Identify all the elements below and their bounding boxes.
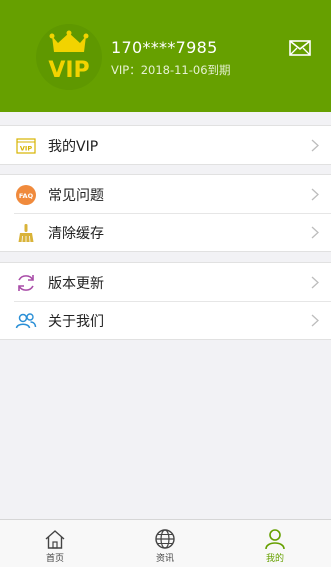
profile-header: VIP 170****7985 VIP：2018-11-06到期 <box>0 0 331 112</box>
vip-badge-text: VIP <box>48 58 89 83</box>
broom-icon <box>18 224 34 243</box>
home-icon <box>45 530 65 549</box>
menu-item-label: 关于我们 <box>48 314 104 330</box>
crown-icon: VIP <box>48 30 90 83</box>
vip-expire-date: VIP：2018-11-06到期 <box>111 63 231 77</box>
menu-item-label: 清除缓存 <box>48 226 104 242</box>
vip-icon: VIP <box>16 138 36 154</box>
tab-label: 首页 <box>45 554 64 564</box>
menu-group-vip: VIP 我的VIP <box>0 125 331 165</box>
mail-icon[interactable] <box>289 40 311 56</box>
menu-item-about-us[interactable]: 关于我们 <box>0 301 331 339</box>
menu-item-faq[interactable]: FAQ 常见问题 <box>0 175 331 213</box>
tab-home[interactable]: 首页 <box>0 520 110 567</box>
menu-group-support: FAQ 常见问题 清除缓存 <box>0 174 331 252</box>
tab-news[interactable]: 资讯 <box>110 520 220 567</box>
svg-text:FAQ: FAQ <box>19 192 34 200</box>
menu-item-label: 版本更新 <box>48 276 104 292</box>
chevron-right-icon <box>311 276 319 289</box>
people-icon <box>15 313 37 329</box>
chevron-right-icon <box>311 314 319 327</box>
vip-avatar[interactable]: VIP <box>36 24 102 90</box>
menu-item-label: 常见问题 <box>48 188 104 204</box>
svg-text:VIP: VIP <box>20 145 32 153</box>
menu-group-about: 版本更新 关于我们 <box>0 262 331 340</box>
globe-icon <box>155 529 175 549</box>
faq-icon: FAQ <box>16 185 36 205</box>
chevron-right-icon <box>311 226 319 239</box>
user-icon <box>265 529 285 550</box>
menu-item-clear-cache[interactable]: 清除缓存 <box>0 213 331 251</box>
menu-item-version-update[interactable]: 版本更新 <box>0 263 331 301</box>
chevron-right-icon <box>311 139 319 152</box>
bottom-tab-bar: 首页 资讯 我的 <box>0 519 331 567</box>
tab-label: 资讯 <box>155 554 174 564</box>
user-phone: 170****7985 <box>111 38 218 57</box>
menu-item-my-vip[interactable]: VIP 我的VIP <box>0 126 331 164</box>
chevron-right-icon <box>311 188 319 201</box>
menu-item-label: 我的VIP <box>48 139 99 155</box>
tab-mine[interactable]: 我的 <box>220 520 330 567</box>
tab-label: 我的 <box>265 554 284 564</box>
refresh-icon <box>18 275 34 291</box>
